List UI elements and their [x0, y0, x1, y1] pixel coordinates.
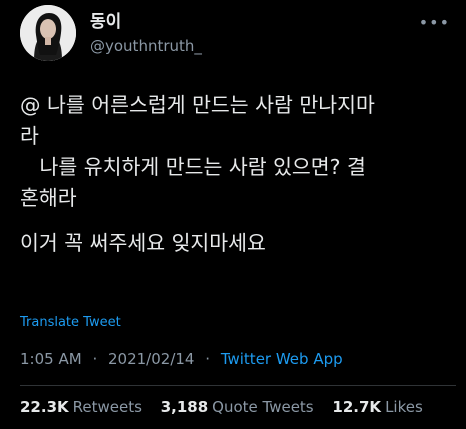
tweet-card: 동이 @youthntruth_ ••• @ 나를 어른스럽게 만드는 사람 만… [0, 0, 466, 429]
avatar[interactable] [20, 5, 76, 61]
divider [20, 385, 456, 386]
tweet-text: @ 나를 어른스럽게 만드는 사람 만나지마 라 나를 유치하게 만드는 사람 … [20, 90, 456, 259]
tweet-date[interactable]: 2021/02/14 [108, 350, 194, 368]
retweets-label: Retweets [72, 398, 142, 416]
tweet-meta: 1:05 AM · 2021/02/14 · Twitter Web App [20, 350, 343, 368]
user-names: 동이 @youthntruth_ [90, 11, 202, 57]
more-options-icon[interactable]: ••• [419, 15, 450, 31]
likes-count: 12.7K [332, 398, 382, 416]
tweet-line: 혼해라 [20, 186, 77, 210]
quote-tweets-stat[interactable]: 3,188 Quote Tweets [161, 398, 314, 416]
tweet-line: 나를 유치하게 만드는 사람 있으면? 결 [20, 155, 366, 179]
likes-label: Likes [385, 398, 423, 416]
translate-tweet-link[interactable]: Translate Tweet [20, 315, 121, 330]
retweets-stat[interactable]: 22.3K Retweets [20, 398, 142, 416]
meta-separator: · [205, 350, 211, 368]
display-name[interactable]: 동이 [90, 11, 202, 33]
retweets-count: 22.3K [20, 398, 69, 416]
avatar-image [20, 5, 76, 61]
quote-tweets-label: Quote Tweets [212, 398, 314, 416]
quote-tweets-count: 3,188 [160, 398, 209, 416]
tweet-line: 라 [20, 124, 39, 148]
tweet-header: 동이 @youthntruth_ ••• [20, 5, 450, 61]
user-handle[interactable]: @youthntruth_ [90, 35, 202, 57]
meta-separator: · [92, 350, 98, 368]
tweet-stats: 22.3K Retweets 3,188 Quote Tweets 12.7K Lik… [20, 398, 437, 416]
tweet-line: 이거 꼭 써주세요 잊지마세요 [20, 231, 266, 255]
tweet-time[interactable]: 1:05 AM [20, 350, 82, 368]
likes-stat[interactable]: 12.7K Likes [332, 398, 422, 416]
source-app-link[interactable]: Twitter Web App [221, 350, 343, 368]
tweet-line: @ 나를 어른스럽게 만드는 사람 만나지마 [20, 93, 375, 117]
